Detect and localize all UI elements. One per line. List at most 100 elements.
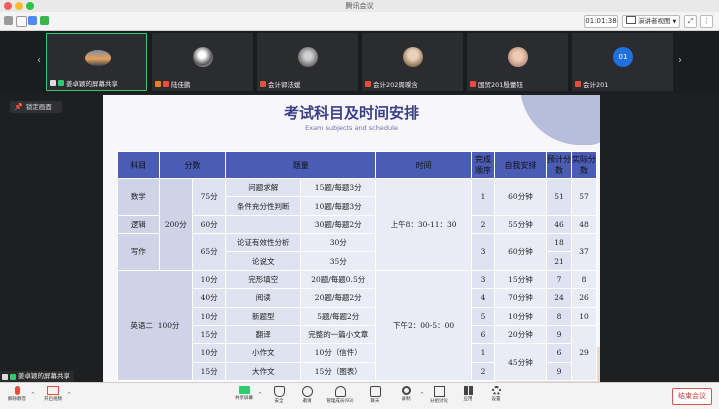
participant-tile[interactable]: 姜卓颖的屏幕共享 — [46, 33, 147, 91]
record-button[interactable]: 录制 — [393, 385, 419, 407]
screen-share-icon — [50, 80, 56, 86]
record-icon — [401, 386, 411, 395]
score-cell: 15分 — [191, 361, 227, 382]
share-screen-button[interactable]: 共享屏幕 — [231, 385, 257, 407]
apps-button[interactable]: 应用 — [455, 385, 481, 407]
plan-cell: 55分钟 — [493, 214, 547, 235]
more-button[interactable]: ⋮ — [700, 15, 713, 28]
item-cell — [225, 214, 302, 235]
chevron-up-icon[interactable]: ^ — [258, 392, 262, 398]
plan-cell: 60分钟 — [493, 178, 547, 216]
view-mode-dropdown[interactable]: 演讲者视图 ▼ — [622, 15, 680, 28]
score-cell: 15分 — [191, 324, 227, 345]
mic-muted-icon — [470, 81, 476, 87]
settings-button[interactable]: 设置 — [483, 385, 509, 407]
avatar — [508, 47, 528, 67]
chevron-up-icon[interactable]: ^ — [420, 392, 424, 398]
manage-members-button[interactable]: 管理成员(93) — [322, 385, 358, 407]
info-icon[interactable] — [4, 16, 13, 25]
count-cell: 35分 — [300, 251, 377, 271]
participant-tile[interactable]: 国贸201殷蕾钰 — [467, 33, 568, 91]
chat-button[interactable]: 聊天 — [362, 385, 388, 407]
actual-cell: 26 — [570, 288, 598, 308]
camera-off-icon — [47, 386, 59, 395]
strip-prev-button[interactable]: ‹ — [34, 46, 44, 76]
count-cell: 5题/每题2分 — [300, 306, 377, 326]
mic-muted-icon — [365, 81, 371, 87]
count-cell: 完整的一篇小文章 — [300, 324, 377, 345]
shield-icon[interactable] — [28, 16, 37, 25]
participant-label: 陆佳鹏 — [155, 79, 191, 89]
security-button[interactable]: 安全 — [266, 385, 292, 407]
avatar — [403, 47, 423, 67]
participant-tile[interactable]: 会计202周璨含 — [362, 33, 463, 91]
lock-view-button[interactable]: 📌 锁定画面 — [10, 101, 62, 113]
order-cell: 1 — [471, 178, 495, 216]
strip-next-button[interactable]: › — [675, 46, 685, 76]
header-cell: 分数 — [158, 151, 227, 179]
mic-icon — [10, 373, 16, 380]
chevron-up-icon[interactable]: ^ — [31, 392, 35, 398]
expected-cell: 9 — [545, 361, 572, 382]
item-cell: 大作文 — [225, 361, 302, 382]
signal-icon[interactable] — [40, 16, 49, 25]
participant-tile[interactable]: 会计郭法媛 — [257, 33, 358, 91]
subject-cell: 英语二 100分 — [117, 269, 193, 382]
order-cell: 2 — [471, 361, 495, 382]
actual-cell: 57 — [570, 178, 598, 216]
grid-icon[interactable] — [16, 16, 27, 27]
shield-icon — [273, 386, 285, 397]
score-cell: 75分 — [191, 178, 227, 216]
expected-cell: 51 — [545, 178, 572, 216]
expected-cell: 24 — [545, 288, 572, 308]
avatar — [298, 47, 318, 67]
end-meeting-button[interactable]: 结束会议 — [672, 388, 712, 405]
table-header-row: 科目 分数 题量 时间 完成顺序 自我安排 预计分数 实际分数 — [117, 151, 598, 179]
chevron-up-icon[interactable]: ^ — [67, 392, 71, 398]
fullscreen-button[interactable]: ⤢ — [684, 15, 697, 28]
header-cell: 题量 — [225, 151, 377, 179]
settings-label: 设置 — [491, 397, 501, 402]
gear-icon — [491, 386, 501, 395]
order-cell: 4 — [471, 288, 495, 308]
participant-name: 姜卓颖的屏幕共享 — [66, 80, 118, 88]
plan-cell: 45分钟 — [493, 343, 547, 381]
record-label: 录制 — [401, 397, 411, 402]
order-cell: 6 — [471, 324, 495, 345]
expected-cell: 21 — [545, 251, 572, 271]
mic-icon — [58, 80, 64, 86]
view-mode-label: 演讲者视图 — [638, 17, 671, 25]
unmute-button[interactable]: 解除静音 — [4, 385, 30, 407]
participant-tile[interactable]: 陆佳鹏 — [152, 33, 253, 91]
breakout-rooms-label: 分组讨论 — [430, 399, 448, 404]
header-cell: 自我安排 — [493, 151, 547, 179]
start-video-button[interactable]: 开启视频 — [40, 385, 66, 407]
invite-button[interactable]: 邀请 — [294, 385, 320, 407]
participant-label: 会计201 — [575, 79, 608, 89]
count-cell: 20题/每题2分 — [300, 288, 377, 308]
count-cell: 10分（信件） — [300, 343, 377, 363]
expected-cell: 46 — [545, 214, 572, 235]
avatar — [85, 50, 111, 66]
exam-schedule-table: 科目 分数 题量 时间 完成顺序 自我安排 预计分数 实际分数 数学 200分 … — [117, 151, 598, 382]
score-cell: 10分 — [191, 269, 227, 290]
score-cell: 60分 — [191, 214, 227, 235]
mic-muted-icon — [575, 81, 581, 87]
item-cell: 论证有效性分析 — [225, 233, 302, 253]
count-cell: 20题/每题0.5分 — [300, 269, 377, 290]
count-cell: 10题/每题3分 — [300, 196, 377, 216]
breakout-rooms-button[interactable]: 分组讨论 — [426, 385, 452, 407]
participant-name: 会计202周璨含 — [373, 81, 418, 89]
participant-tile[interactable]: 01 会计201 — [572, 33, 673, 91]
participant-name: 会计201 — [583, 81, 609, 89]
apps-grid-icon — [463, 386, 473, 395]
chevron-down-icon: ▼ — [672, 19, 677, 25]
header-cell: 预计分数 — [545, 151, 572, 179]
order-cell: 2 — [471, 214, 495, 235]
subject-label: 英语二 — [130, 320, 153, 330]
item-cell: 问题求解 — [225, 177, 302, 198]
item-cell: 条件充分性判断 — [225, 196, 302, 216]
mic-muted-icon — [163, 81, 169, 87]
subject-cell: 逻辑 — [117, 214, 160, 235]
header-cell: 实际分数 — [570, 151, 598, 179]
